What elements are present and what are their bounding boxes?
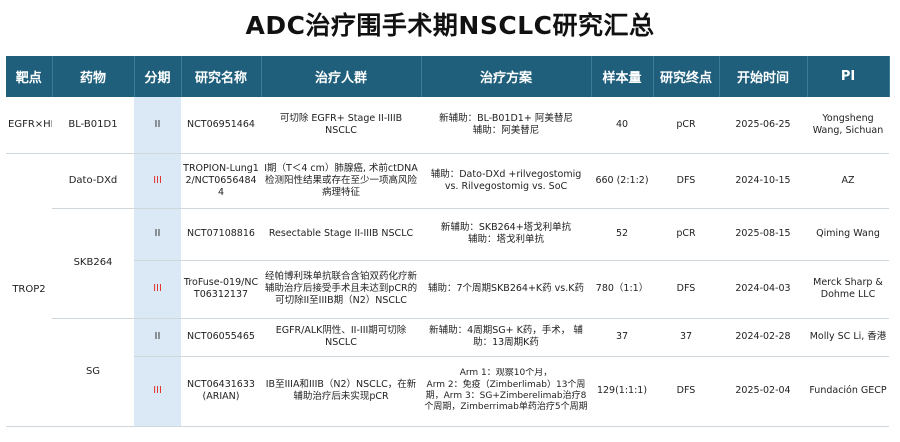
population-cell: I期（T＜4 cm）肺腺癌, 术前ctDNA检测阳性结果或存在至少一项高风险病理… xyxy=(261,153,421,209)
regimen-text: Arm 1：观察10个月， Arm 2：免疫（Zimberlimab）13个周期… xyxy=(424,368,588,413)
endpoint-cell: 37 xyxy=(653,318,719,357)
population-cell: IB至IIIA和IIIB（N2）NSCLC，在新辅助治疗后未实现pCR xyxy=(261,356,421,427)
pi-cell: AZ xyxy=(807,153,889,209)
phase-cell: III xyxy=(134,153,181,209)
header-sample-size: 样本量 xyxy=(591,56,654,97)
pi-cell: Fundación GECP xyxy=(807,356,889,427)
header-endpoint: 研究终点 xyxy=(653,56,720,97)
drug-cell: BL-B01D1 xyxy=(52,97,134,154)
population-cell: 经帕博利珠单抗联合含铂双药化疗新辅助治疗后接受手术且未达到pCR的可切除II至I… xyxy=(261,260,421,319)
header-regimen: 治疗方案 xyxy=(421,56,592,97)
header-target: 靶点 xyxy=(6,56,53,97)
target-cell: EGFR×HER3 xyxy=(6,97,52,154)
regimen-cell: 辅助：Dato-DXd +rilvegostomig vs. Rilvegost… xyxy=(421,153,591,209)
page-title: ADC治疗围手术期NSCLC研究汇总 xyxy=(245,11,655,40)
sample-size-cell: 129(1:1:1) xyxy=(591,356,653,427)
pi-cell: Merck Sharp & Dohme LLC xyxy=(807,260,889,319)
pi-cell: Yongsheng Wang, Sichuan xyxy=(807,97,889,154)
start-date-cell: 2025-08-15 xyxy=(719,208,807,261)
population-cell: 可切除 EGFR+ Stage II-IIIB NSCLC xyxy=(261,97,421,154)
sample-size-cell: 780（1:1） xyxy=(591,260,653,319)
population-cell: Resectable Stage II-IIIB NSCLC xyxy=(261,208,421,261)
header-phase: 分期 xyxy=(134,56,182,97)
drug-cell: Dato-DXd xyxy=(52,153,134,209)
endpoint-cell: pCR xyxy=(653,97,719,154)
header-drug: 药物 xyxy=(52,56,135,97)
endpoint-cell: pCR xyxy=(653,208,719,261)
phase-cell: II xyxy=(134,208,181,261)
header-study-name: 研究名称 xyxy=(181,56,262,97)
regimen-cell: Arm 1：观察10个月， Arm 2：免疫（Zimberlimab）13个周期… xyxy=(421,356,591,427)
sample-size-cell: 660 (2:1:2) xyxy=(591,153,653,209)
start-date-cell: 2024-10-15 xyxy=(719,153,807,209)
pi-cell: Molly SC Li, 香港 xyxy=(807,318,889,357)
sample-size-cell: 40 xyxy=(591,97,653,154)
start-date-cell: 2024-02-28 xyxy=(719,318,807,357)
start-date-cell: 2024-04-03 xyxy=(719,260,807,319)
endpoint-cell: DFS xyxy=(653,356,719,427)
phase-cell: III xyxy=(134,260,181,319)
regimen-cell: 新辅助：SKB264+塔戈利单抗 辅助：塔戈利单抗 xyxy=(421,208,591,261)
table-row: EGFR×HER3 BL-B01D1 II NCT06951464 可切除 EG… xyxy=(6,97,889,154)
start-date-cell: 2025-02-04 xyxy=(719,356,807,427)
phase-cell: II xyxy=(134,318,181,357)
endpoint-cell: DFS xyxy=(653,153,719,209)
table-row: SG II NCT06055465 EGFR/ALK阴性、II-III期可切除N… xyxy=(6,318,889,427)
sample-size-cell: 52 xyxy=(591,208,653,261)
table-row: SKB264 II NCT07108816 Resectable Stage I… xyxy=(6,208,889,319)
drug-cell: SKB264 xyxy=(52,208,134,319)
study-name-cell: TROPION-Lung12/NCT06564844 xyxy=(181,153,261,209)
study-name-cell: NCT06951464 xyxy=(181,97,261,154)
study-name-cell: NCT06431633(ARIAN) xyxy=(181,356,261,427)
population-cell: EGFR/ALK阴性、II-III期可切除NSCLC xyxy=(261,318,421,357)
regimen-cell: 新辅助：4周期SG+ K药，手术， 辅助：13周期K药 xyxy=(421,318,591,357)
header-population: 治疗人群 xyxy=(261,56,422,97)
study-name-cell: TroFuse-019/NCT06312137 xyxy=(181,260,261,319)
regimen-cell: 新辅助：BL-B01D1+ 阿美替尼 辅助：阿美替尼 xyxy=(421,97,591,154)
phase-cell: II xyxy=(134,97,181,154)
table-row: TROP2 Dato-DXd III TROPION-Lung12/NCT065… xyxy=(6,153,889,427)
phase-cell: III xyxy=(134,356,181,427)
drug-cell: SG xyxy=(52,318,134,427)
header-pi: PI xyxy=(807,56,890,97)
endpoint-cell: DFS xyxy=(653,260,719,319)
table-row: III NCT06431633(ARIAN) IB至IIIA和IIIB（N2）N… xyxy=(6,356,889,427)
header-row: 靶点 药物 分期 研究名称 治疗人群 治疗方案 样本量 研究终点 开始时间 PI xyxy=(6,56,890,97)
table-row: III TroFuse-019/NCT06312137 经帕博利珠单抗联合含铂双… xyxy=(6,260,889,319)
header-start-date: 开始时间 xyxy=(719,56,808,97)
studies-table: 靶点 药物 分期 研究名称 治疗人群 治疗方案 样本量 研究终点 开始时间 PI… xyxy=(6,56,890,427)
start-date-cell: 2025-06-25 xyxy=(719,97,807,154)
study-name-cell: NCT06055465 xyxy=(181,318,261,357)
study-name-cell: NCT07108816 xyxy=(181,208,261,261)
target-cell: TROP2 xyxy=(6,153,52,427)
pi-cell: Qiming Wang xyxy=(807,208,889,261)
sample-size-cell: 37 xyxy=(591,318,653,357)
regimen-cell: 辅助：7个周期SKB264+K药 vs.K药 xyxy=(421,260,591,319)
